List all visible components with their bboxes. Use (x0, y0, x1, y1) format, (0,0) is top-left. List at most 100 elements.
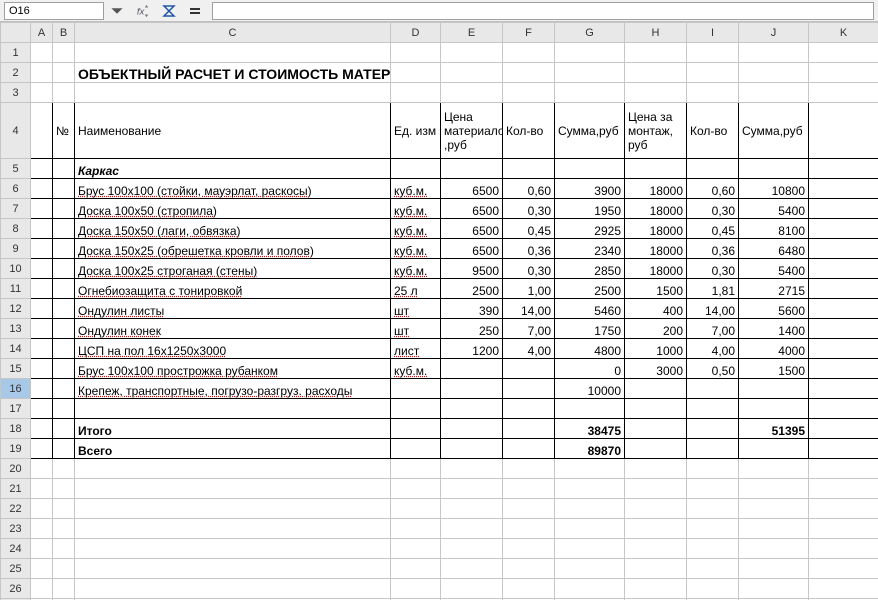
row8-unit[interactable]: куб.м. (391, 219, 441, 239)
cell-K15[interactable] (809, 359, 878, 379)
cell-K16[interactable] (809, 379, 878, 399)
cell-J20[interactable] (739, 459, 809, 479)
cell-D5[interactable] (391, 159, 441, 179)
cell-K23[interactable] (809, 519, 878, 539)
cell-B17[interactable] (53, 399, 75, 419)
row6-price-work[interactable]: 18000 (625, 179, 687, 199)
cell-I17[interactable] (687, 399, 739, 419)
cell-K18[interactable] (809, 419, 878, 439)
cell-D2[interactable] (391, 63, 441, 83)
function-wizard-icon[interactable]: fx (132, 2, 154, 20)
cell-K25[interactable] (809, 559, 878, 579)
cell-B1[interactable] (53, 43, 75, 63)
hdr-unit[interactable]: Ед. изм (391, 103, 441, 159)
cell-A6[interactable] (31, 179, 53, 199)
cell-A2[interactable] (31, 63, 53, 83)
cell-B11[interactable] (53, 279, 75, 299)
cell-C1[interactable] (75, 43, 391, 63)
row15-sum1[interactable]: 0 (555, 359, 625, 379)
itogo-sum2[interactable]: 51395 (739, 419, 809, 439)
cell-E20[interactable] (441, 459, 503, 479)
col-header-A[interactable]: A (31, 23, 53, 43)
row-header-11[interactable]: 11 (1, 279, 31, 299)
sum-icon[interactable] (158, 2, 180, 20)
cell-B22[interactable] (53, 499, 75, 519)
row15-name[interactable]: Брус 100х100 прострожка рубанком (75, 359, 391, 379)
cell-B18[interactable] (53, 419, 75, 439)
vsego-label[interactable]: Всего (75, 439, 391, 459)
cell-J21[interactable] (739, 479, 809, 499)
cell-H26[interactable] (625, 579, 687, 599)
row-header-7[interactable]: 7 (1, 199, 31, 219)
col-header-C[interactable]: C (75, 23, 391, 43)
cell-G22[interactable] (555, 499, 625, 519)
cell-J2[interactable] (739, 63, 809, 83)
cell-K8[interactable] (809, 219, 878, 239)
cell-B5[interactable] (53, 159, 75, 179)
cell-G23[interactable] (555, 519, 625, 539)
row-header-25[interactable]: 25 (1, 559, 31, 579)
cell-G25[interactable] (555, 559, 625, 579)
row16-name[interactable]: Крепеж, транспортные, погрузо-разгруз. р… (75, 379, 391, 399)
cell-F5[interactable] (503, 159, 555, 179)
cell-D17[interactable] (391, 399, 441, 419)
cell-A7[interactable] (31, 199, 53, 219)
row13-sum2[interactable]: 1400 (739, 319, 809, 339)
cell-A12[interactable] (31, 299, 53, 319)
row-header-3[interactable]: 3 (1, 83, 31, 103)
cell-F18[interactable] (503, 419, 555, 439)
row13-unit[interactable]: шт (391, 319, 441, 339)
cell-F20[interactable] (503, 459, 555, 479)
hdr-qty1[interactable]: Кол-во (503, 103, 555, 159)
spreadsheet-grid[interactable]: ABCDEFGHIJK12ОБЪЕКТНЫЙ РАСЧЕТ И СТОИМОСТ… (0, 22, 878, 600)
document-title[interactable]: ОБЪЕКТНЫЙ РАСЧЕТ И СТОИМОСТЬ МАТЕРИАЛОВ … (75, 63, 391, 83)
row9-sum1[interactable]: 2340 (555, 239, 625, 259)
row7-name[interactable]: Доска 100х50 (стропила) (75, 199, 391, 219)
cell-F26[interactable] (503, 579, 555, 599)
row9-qty1[interactable]: 0,36 (503, 239, 555, 259)
cell-E23[interactable] (441, 519, 503, 539)
cell-F22[interactable] (503, 499, 555, 519)
row16-price-work[interactable] (625, 379, 687, 399)
row16-sum1[interactable]: 10000 (555, 379, 625, 399)
col-header-F[interactable]: F (503, 23, 555, 43)
hdr-price-work[interactable]: Цена за монтаж, руб (625, 103, 687, 159)
cell-F1[interactable] (503, 43, 555, 63)
row9-price-mat[interactable]: 6500 (441, 239, 503, 259)
cell-B2[interactable] (53, 63, 75, 83)
cell-I19[interactable] (687, 439, 739, 459)
cell-G24[interactable] (555, 539, 625, 559)
cell-B14[interactable] (53, 339, 75, 359)
row11-unit[interactable]: 25 л (391, 279, 441, 299)
cell-C20[interactable] (75, 459, 391, 479)
row6-unit[interactable]: куб.м. (391, 179, 441, 199)
cell-D3[interactable] (391, 83, 441, 103)
col-header-K[interactable]: K (809, 23, 878, 43)
row16-qty2[interactable] (687, 379, 739, 399)
row11-price-work[interactable]: 1500 (625, 279, 687, 299)
cell-B16[interactable] (53, 379, 75, 399)
row13-price-mat[interactable]: 250 (441, 319, 503, 339)
row9-unit[interactable]: куб.м. (391, 239, 441, 259)
row12-sum2[interactable]: 5600 (739, 299, 809, 319)
cell-D21[interactable] (391, 479, 441, 499)
row-header-14[interactable]: 14 (1, 339, 31, 359)
cell-H21[interactable] (625, 479, 687, 499)
row7-sum1[interactable]: 1950 (555, 199, 625, 219)
cell-K9[interactable] (809, 239, 878, 259)
cell-H17[interactable] (625, 399, 687, 419)
row14-sum2[interactable]: 4000 (739, 339, 809, 359)
row-header-18[interactable]: 18 (1, 419, 31, 439)
row-header-16[interactable]: 16 (1, 379, 31, 399)
row8-price-work[interactable]: 18000 (625, 219, 687, 239)
row14-qty2[interactable]: 4,00 (687, 339, 739, 359)
cell-F21[interactable] (503, 479, 555, 499)
cell-J22[interactable] (739, 499, 809, 519)
cell-B15[interactable] (53, 359, 75, 379)
cell-E26[interactable] (441, 579, 503, 599)
cell-A20[interactable] (31, 459, 53, 479)
row-header-24[interactable]: 24 (1, 539, 31, 559)
cell-K26[interactable] (809, 579, 878, 599)
cell-H3[interactable] (625, 83, 687, 103)
cell-B19[interactable] (53, 439, 75, 459)
